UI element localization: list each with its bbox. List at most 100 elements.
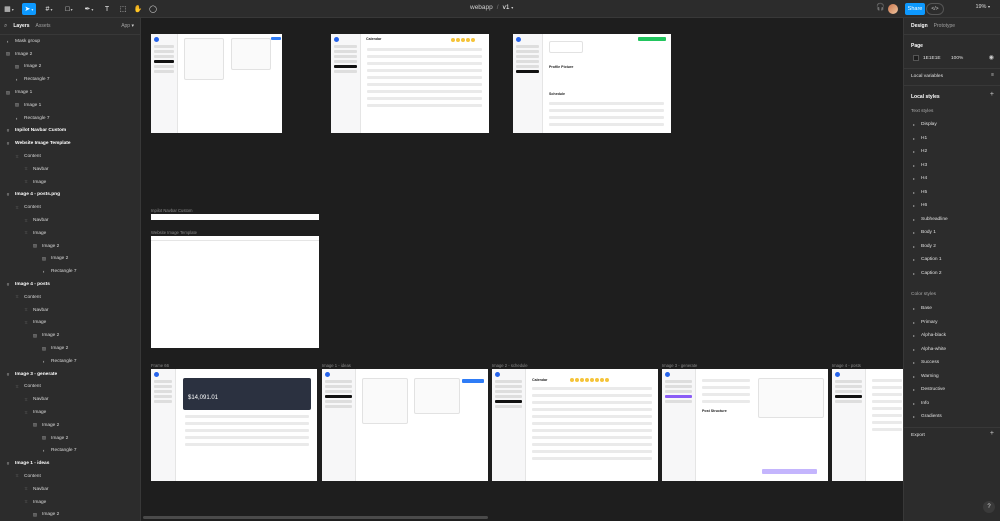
page-opacity-value[interactable]: 100% bbox=[951, 56, 963, 61]
layer-row[interactable]: ⁙ Navbar bbox=[0, 214, 140, 227]
layer-row[interactable]: ▨ Image 2 bbox=[0, 432, 140, 445]
layer-row[interactable]: ◐ Rectangle 7 bbox=[0, 265, 140, 278]
local-variables-label[interactable]: Local variables bbox=[911, 74, 943, 79]
add-style-icon[interactable]: + bbox=[990, 91, 994, 98]
pen-tool-icon[interactable]: ✒ ▾ bbox=[82, 3, 96, 15]
layer-row[interactable]: ⁙ Navbar bbox=[0, 483, 140, 496]
user-avatar[interactable] bbox=[888, 4, 898, 14]
color-style-item[interactable]: ▸ Destructive bbox=[913, 387, 945, 392]
text-style-item[interactable]: ▸ H1 bbox=[913, 136, 927, 141]
frame-66[interactable]: $14,091.01 bbox=[151, 369, 317, 481]
share-button[interactable]: Share bbox=[905, 3, 925, 15]
frame-profile-top[interactable]: Profile Picture Schedule bbox=[513, 34, 671, 133]
layer-row[interactable]: ⁙ Navbar bbox=[0, 304, 140, 317]
text-style-item[interactable]: ▸ Subheadline bbox=[913, 217, 948, 222]
text-tool-icon[interactable]: T bbox=[100, 3, 114, 15]
frame-schedule[interactable]: Calendar bbox=[492, 369, 658, 481]
color-style-item[interactable]: ▸ Gradients bbox=[913, 414, 942, 419]
frame-ideas[interactable] bbox=[322, 369, 488, 481]
layer-row[interactable]: ⁙ Image bbox=[0, 496, 140, 509]
help-icon[interactable]: ? bbox=[983, 501, 995, 513]
frame-label-posts[interactable]: Image 4 - posts bbox=[832, 363, 861, 368]
frame-generate[interactable]: Post Structure bbox=[662, 369, 828, 481]
frame-label-website[interactable]: Website Image Template bbox=[151, 230, 197, 235]
tab-prototype[interactable]: Prototype bbox=[934, 23, 955, 29]
canvas-horizontal-scrollbar[interactable] bbox=[143, 516, 488, 519]
layer-row[interactable]: ▨ Image 2 bbox=[0, 419, 140, 432]
hand-tool-icon[interactable]: ✋ bbox=[131, 3, 145, 15]
text-style-item[interactable]: ▸ H6 bbox=[913, 203, 927, 208]
layer-row[interactable]: ▨ Image 2 bbox=[0, 61, 140, 74]
text-style-item[interactable]: ▸ H3 bbox=[913, 163, 927, 168]
layer-row[interactable]: ⁙ Image bbox=[0, 176, 140, 189]
comment-tool-icon[interactable]: ◯ bbox=[146, 3, 160, 15]
text-style-item[interactable]: ▸ H5 bbox=[913, 190, 927, 195]
variables-icon[interactable]: ≡ bbox=[991, 72, 994, 78]
tab-layers[interactable]: Layers bbox=[13, 23, 29, 29]
file-name[interactable]: webapp bbox=[470, 4, 493, 11]
frame-posts[interactable] bbox=[832, 369, 903, 481]
layer-row[interactable]: ▨ Image 2 bbox=[0, 48, 140, 61]
layer-row[interactable]: ▨ Image 1 bbox=[0, 99, 140, 112]
layer-row[interactable]: # Website Image Template bbox=[0, 137, 140, 150]
frame-label-66[interactable]: Frame 66 bbox=[151, 363, 169, 368]
text-style-item[interactable]: ▸ Display bbox=[913, 122, 937, 127]
text-style-item[interactable]: ▸ H2 bbox=[913, 149, 927, 154]
tab-design[interactable]: Design bbox=[911, 23, 928, 29]
layer-row[interactable]: ⁙ Navbar bbox=[0, 393, 140, 406]
layer-row[interactable]: ▨ Image 2 bbox=[0, 240, 140, 253]
add-export-icon[interactable]: + bbox=[990, 430, 994, 437]
layer-row[interactable]: ◐ Mask group bbox=[0, 35, 140, 48]
layer-row[interactable]: # Inpilot Navbar Custom bbox=[0, 125, 140, 138]
color-style-item[interactable]: ▸ Primary bbox=[913, 320, 938, 325]
color-style-item[interactable]: ▸ Warning bbox=[913, 374, 939, 379]
layer-row[interactable]: ⁙ Content bbox=[0, 470, 140, 483]
main-menu-icon[interactable]: ▦ ▾ bbox=[2, 3, 16, 15]
frame-navbar-custom[interactable] bbox=[151, 214, 319, 220]
file-title[interactable]: webapp / v1 ▾ bbox=[470, 4, 513, 11]
frame-label-ideas[interactable]: Image 1 - ideas bbox=[322, 363, 351, 368]
text-style-item[interactable]: ▸ H4 bbox=[913, 176, 927, 181]
frame-calendar-top[interactable]: Calendar bbox=[331, 34, 489, 133]
layer-row[interactable]: ◐ Rectangle 7 bbox=[0, 112, 140, 125]
layer-row[interactable]: ⁙ Navbar bbox=[0, 163, 140, 176]
canvas[interactable]: Calendar Profile Picture Schedule Inpilo… bbox=[141, 18, 903, 521]
page-color-value[interactable]: 1E1E1E bbox=[923, 56, 941, 61]
layer-row[interactable]: ◐ Rectangle 7 bbox=[0, 355, 140, 368]
layer-row[interactable]: ⁙ Image bbox=[0, 406, 140, 419]
page-color-swatch[interactable] bbox=[913, 55, 919, 61]
dev-mode-toggle[interactable]: </> bbox=[926, 3, 944, 15]
layer-row[interactable]: ▨ Image 2 bbox=[0, 329, 140, 342]
shape-tool-icon[interactable]: □ ▾ bbox=[62, 3, 76, 15]
frame-label-generate[interactable]: Image 3 - generate bbox=[662, 363, 697, 368]
color-style-item[interactable]: ▸ Info bbox=[913, 401, 929, 406]
frame-tool-icon[interactable]: # ▾ bbox=[42, 3, 56, 15]
layer-row[interactable]: ⁙ Content bbox=[0, 291, 140, 304]
layer-row[interactable]: ⁙ Content bbox=[0, 381, 140, 394]
layer-row[interactable]: ◐ Rectangle 7 bbox=[0, 445, 140, 458]
move-tool-icon[interactable]: ➤ ▾ bbox=[22, 3, 36, 15]
layer-row[interactable]: # Image 3 - generate bbox=[0, 368, 140, 381]
layer-row[interactable]: ⁙ Content bbox=[0, 201, 140, 214]
layer-row[interactable]: ▨ Image 1 bbox=[0, 86, 140, 99]
headphones-icon[interactable]: 🎧 bbox=[876, 3, 885, 11]
color-style-item[interactable]: ▸ Alpha-white bbox=[913, 347, 946, 352]
zoom-control[interactable]: 19% ▾ bbox=[975, 4, 990, 10]
layer-row[interactable]: ⁙ Image bbox=[0, 227, 140, 240]
layer-row[interactable]: ▨ Image 2 bbox=[0, 342, 140, 355]
frame-ideas-top[interactable] bbox=[151, 34, 282, 133]
resources-tool-icon[interactable]: ⬚ bbox=[116, 3, 130, 15]
layer-row[interactable]: # Image 1 - ideas bbox=[0, 457, 140, 470]
eye-icon[interactable]: ◉ bbox=[989, 54, 994, 61]
color-style-item[interactable]: ▸ Success bbox=[913, 360, 939, 365]
version-label[interactable]: v1 bbox=[503, 4, 510, 11]
layer-row[interactable]: # Image 4 - posts.png bbox=[0, 189, 140, 202]
layer-row[interactable]: # Image 4 - posts bbox=[0, 278, 140, 291]
search-icon[interactable]: ⌕ bbox=[4, 23, 7, 30]
color-style-item[interactable]: ▸ Alpha-black bbox=[913, 333, 946, 338]
page-selector[interactable]: App ▾ bbox=[121, 23, 134, 29]
frame-label-schedule[interactable]: Image 2 - schedule bbox=[492, 363, 528, 368]
frame-website-template[interactable] bbox=[151, 236, 319, 348]
frame-label-navbar[interactable]: Inpilot Navbar Custom bbox=[151, 208, 192, 213]
tab-assets[interactable]: Assets bbox=[36, 23, 51, 29]
